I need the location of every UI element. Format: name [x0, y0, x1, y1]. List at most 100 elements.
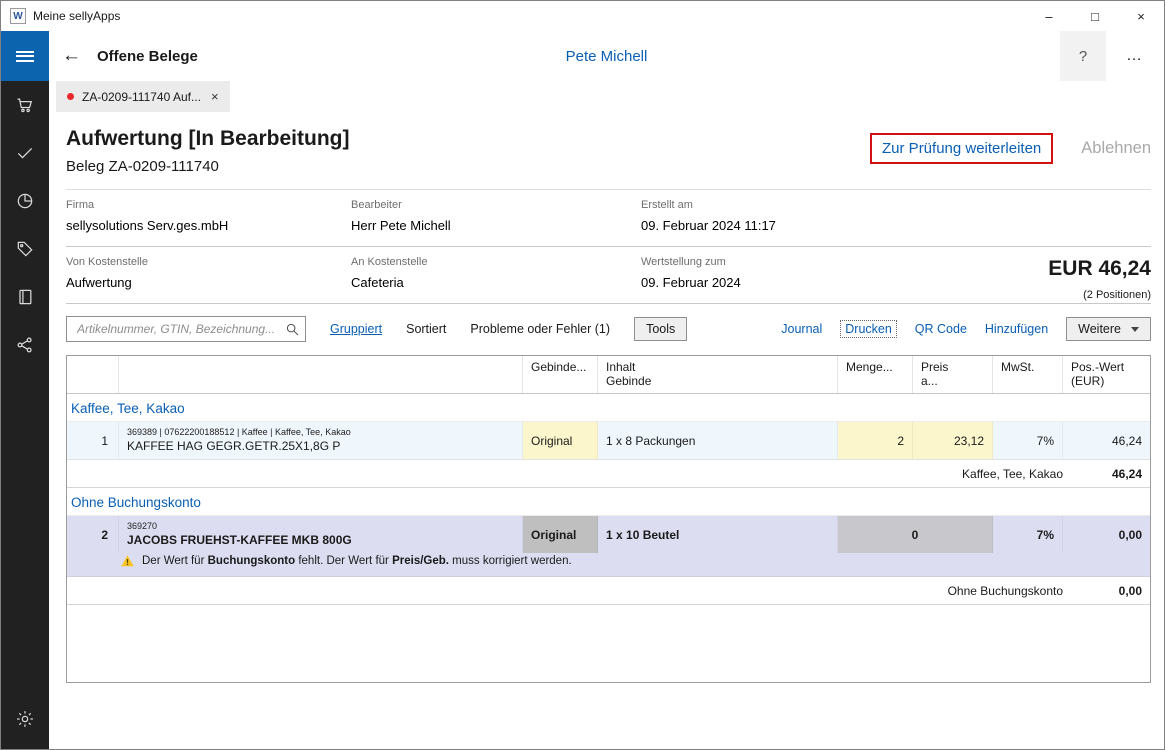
article-meta: 369270 — [127, 520, 514, 532]
maximize-button[interactable]: □ — [1072, 1, 1118, 31]
field-label: Von Kostenstelle — [66, 256, 351, 268]
sidebar — [1, 31, 49, 749]
qr-code-link[interactable]: QR Code — [915, 322, 967, 336]
hamburger-menu-button[interactable] — [1, 31, 49, 81]
tab-label: ZA-0209-111740 Auf... — [82, 90, 201, 104]
window-title: Meine sellyApps — [33, 9, 120, 23]
group-header: Kaffee, Tee, Kakao — [67, 394, 1150, 422]
row-warning: Der Wert für Buchungskonto fehlt. Der We… — [67, 553, 1150, 576]
gebinde-cell[interactable]: Original — [523, 422, 598, 459]
pie-chart-icon — [15, 191, 35, 211]
wert-cell: 0,00 — [1063, 516, 1150, 553]
gebinde-cell[interactable]: Original — [523, 516, 598, 553]
positions-count: (2 Positionen) — [1048, 289, 1151, 301]
menge-preis-cell[interactable]: 0 — [838, 516, 993, 553]
column-header-mwst[interactable]: MwSt. — [993, 356, 1063, 393]
table-header-row: Gebinde... InhaltGebinde Menge... Preisa… — [67, 356, 1150, 394]
sidebar-item-prices[interactable] — [1, 225, 49, 273]
column-header-preis[interactable]: Preisa... — [913, 356, 993, 393]
column-header — [119, 356, 523, 393]
wert-cell: 46,24 — [1063, 422, 1150, 459]
sidebar-item-settings[interactable] — [1, 695, 49, 743]
more-dropdown-button[interactable]: Weitere — [1066, 317, 1151, 341]
document-info: Firma sellysolutions Serv.ges.mbH Bearbe… — [66, 189, 1151, 304]
cart-icon — [15, 95, 35, 115]
toolbar: Gruppiert Sortiert Probleme oder Fehler … — [66, 316, 1151, 342]
sorted-toggle[interactable]: Sortiert — [406, 322, 446, 336]
field-value: sellysolutions Serv.ges.mbH — [66, 218, 351, 233]
sidebar-item-tasks[interactable] — [1, 129, 49, 177]
grouped-toggle[interactable]: Gruppiert — [330, 322, 382, 336]
minimize-button[interactable]: – — [1026, 1, 1072, 31]
tag-icon — [15, 239, 35, 259]
mwst-cell: 7% — [993, 422, 1063, 459]
table-row-selected[interactable]: 2 369270 JACOBS FRUEHST-KAFFEE MKB 800G … — [67, 516, 1150, 577]
document-tab[interactable]: ZA-0209-111740 Auf... × — [56, 81, 230, 112]
close-button[interactable]: × — [1118, 1, 1164, 31]
sidebar-item-reports[interactable] — [1, 177, 49, 225]
field-label: Bearbeiter — [351, 199, 641, 211]
reject-button[interactable]: Ablehnen — [1081, 139, 1151, 158]
inhalt-cell: 1 x 8 Packungen — [598, 422, 838, 459]
gear-icon — [15, 709, 35, 729]
article-cell: 369389 | 07622200188512 | Kaffee | Kaffe… — [119, 422, 523, 459]
search-icon — [285, 322, 300, 337]
row-number: 2 — [67, 516, 119, 553]
more-dropdown-label: Weitere — [1078, 322, 1121, 336]
hamburger-icon — [16, 48, 34, 64]
field-value: Cafeteria — [351, 275, 641, 290]
journal-link[interactable]: Journal — [781, 322, 822, 336]
title-bar: W Meine sellyApps – □ × — [1, 1, 1164, 31]
positions-table: Gebinde... InhaltGebinde Menge... Preisa… — [66, 355, 1151, 683]
user-button[interactable]: Pete Michell — [566, 48, 648, 65]
subtotal-value: 46,24 — [1063, 467, 1150, 481]
subtotal-label: Kaffee, Tee, Kakao — [67, 467, 1063, 481]
app-header: ← Offene Belege Pete Michell ? … — [49, 31, 1164, 81]
search-input[interactable] — [75, 321, 285, 337]
subtotal-value: 0,00 — [1063, 584, 1150, 598]
group-header: Ohne Buchungskonto — [67, 488, 1150, 516]
field-label: An Kostenstelle — [351, 256, 641, 268]
back-arrow-icon[interactable]: ← — [62, 45, 81, 67]
article-name: KAFFEE HAG GEGR.GETR.25X1,8G P — [127, 439, 514, 454]
column-header-wert[interactable]: Pos.-Wert(EUR) — [1063, 356, 1150, 393]
sidebar-item-cart[interactable] — [1, 81, 49, 129]
problems-filter[interactable]: Probleme oder Fehler (1) — [470, 322, 610, 336]
group-subtotal-row: Ohne Buchungskonto 0,00 — [67, 577, 1150, 605]
column-header-inhalt[interactable]: InhaltGebinde — [598, 356, 838, 393]
tools-button[interactable]: Tools — [634, 317, 687, 341]
field-an-kostenstelle: An Kostenstelle Cafeteria — [351, 256, 641, 290]
more-options-button[interactable]: … — [1106, 47, 1164, 65]
sidebar-item-journal[interactable] — [1, 273, 49, 321]
table-row[interactable]: 1 369389 | 07622200188512 | Kaffee | Kaf… — [67, 422, 1150, 460]
warning-text: Der Wert für Buchungskonto fehlt. Der We… — [142, 555, 572, 567]
menge-cell[interactable]: 2 — [838, 422, 913, 459]
tab-close-icon[interactable]: × — [211, 89, 219, 104]
forward-for-review-button[interactable]: Zur Prüfung weiterleiten — [870, 133, 1053, 164]
modified-indicator-dot — [67, 93, 74, 100]
sidebar-item-share[interactable] — [1, 321, 49, 369]
field-label: Erstellt am — [641, 199, 1151, 211]
subtotal-label: Ohne Buchungskonto — [67, 584, 1063, 598]
print-link[interactable]: Drucken — [840, 320, 897, 338]
field-von-kostenstelle: Von Kostenstelle Aufwertung — [66, 256, 351, 290]
add-link[interactable]: Hinzufügen — [985, 322, 1048, 336]
preis-cell[interactable]: 23,12 — [913, 422, 993, 459]
inhalt-cell: 1 x 10 Beutel — [598, 516, 838, 553]
field-label: Firma — [66, 199, 351, 211]
column-header-gebinde[interactable]: Gebinde... — [523, 356, 598, 393]
check-icon — [15, 143, 35, 163]
column-header — [67, 356, 119, 393]
column-header-menge[interactable]: Menge... — [838, 356, 913, 393]
search-box — [66, 316, 306, 342]
tab-bar: ZA-0209-111740 Auf... × — [49, 81, 1164, 112]
field-value: Aufwertung — [66, 275, 351, 290]
help-button[interactable]: ? — [1060, 31, 1106, 81]
row-number: 1 — [67, 422, 119, 459]
field-value: Herr Pete Michell — [351, 218, 641, 233]
book-icon — [15, 287, 35, 307]
article-name: JACOBS FRUEHST-KAFFEE MKB 800G — [127, 533, 514, 548]
app-icon: W — [10, 8, 26, 24]
mwst-cell: 7% — [993, 516, 1063, 553]
field-value: 09. Februar 2024 11:17 — [641, 218, 1151, 233]
